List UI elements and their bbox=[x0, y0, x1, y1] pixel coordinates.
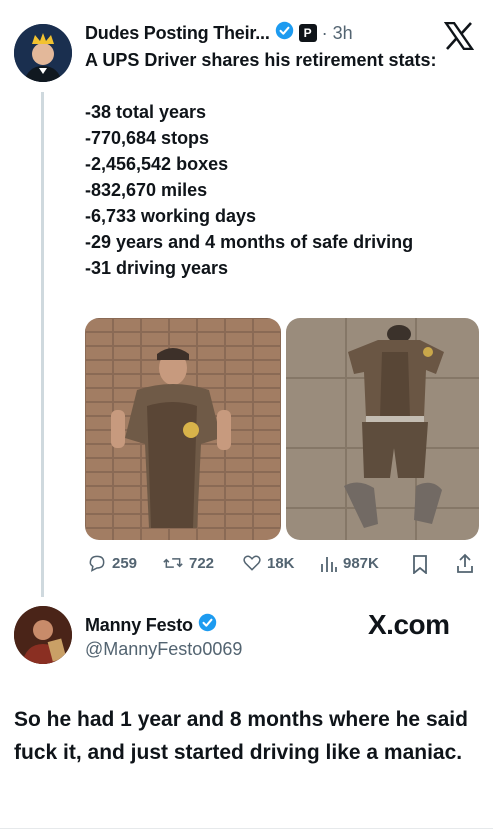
reply-text: So he had 1 year and 8 months where he s… bbox=[14, 708, 468, 764]
verified-badge-icon bbox=[198, 613, 217, 637]
repost-action[interactable]: 722 bbox=[162, 553, 214, 573]
post-photo-driver[interactable] bbox=[85, 318, 281, 540]
reply-action[interactable]: 259 bbox=[87, 553, 137, 573]
views-action[interactable]: 987K bbox=[320, 553, 379, 573]
bookmark-icon[interactable] bbox=[411, 554, 429, 579]
reply-icon bbox=[87, 553, 107, 573]
like-count: 18K bbox=[267, 554, 295, 572]
post-header: Dudes Posting Their... P · 3h bbox=[85, 21, 353, 45]
share-icon[interactable] bbox=[455, 553, 475, 579]
views-chart-icon bbox=[320, 553, 338, 573]
post-text: A UPS Driver shares his retirement stats… bbox=[85, 50, 437, 278]
reply-handle[interactable]: @MannyFesto0069 bbox=[85, 639, 242, 660]
repost-icon bbox=[162, 553, 184, 573]
author-avatar[interactable] bbox=[14, 24, 72, 82]
thread-connector bbox=[41, 92, 44, 597]
reply-count: 259 bbox=[112, 554, 138, 572]
bottom-divider bbox=[0, 828, 493, 829]
repost-count: 722 bbox=[189, 554, 215, 572]
post-timestamp[interactable]: · 3h bbox=[322, 23, 353, 44]
reply-author-name[interactable]: Manny Festo bbox=[85, 615, 193, 636]
post-author-name[interactable]: Dudes Posting Their... bbox=[85, 23, 270, 44]
post-photo-uniform[interactable] bbox=[286, 318, 479, 540]
reply-header: Manny Festo bbox=[85, 613, 217, 637]
verified-badge-icon bbox=[275, 21, 294, 45]
views-count: 987K bbox=[343, 554, 379, 572]
heart-icon bbox=[242, 553, 262, 573]
like-action[interactable]: 18K bbox=[242, 553, 295, 573]
affiliate-badge: P bbox=[298, 24, 317, 42]
x-com-brand: X.com bbox=[368, 609, 450, 640]
reply-author-avatar[interactable] bbox=[14, 606, 72, 664]
